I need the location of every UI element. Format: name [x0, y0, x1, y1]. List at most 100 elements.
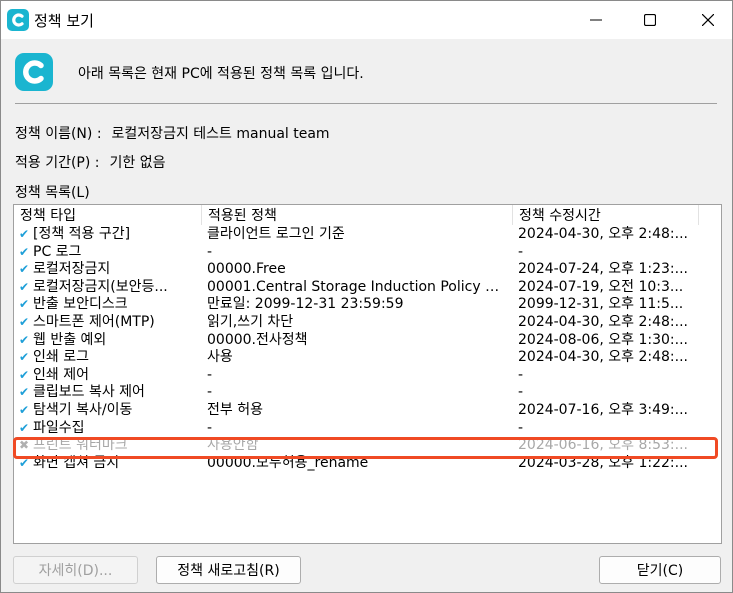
list-row[interactable]: ✔ 탐색기 복사/이동 전부 허용 2024-07-16, 오후 3:49:...: [14, 402, 721, 420]
column-header-modified[interactable]: 정책 수정시간: [513, 205, 699, 225]
refresh-policy-button[interactable]: 정책 새로고침(R): [156, 556, 301, 584]
check-icon: ✔: [19, 297, 30, 312]
cell-applied-policy: 00000.전사정책: [207, 331, 308, 348]
list-row[interactable]: ✔ 스마트폰 제어(MTP) 읽기,쓰기 차단 2024-04-30, 오후 2:48…: [14, 314, 721, 332]
cell-policy-type: ✔ PC 로그: [19, 244, 202, 262]
cell-modified-time: -: [518, 243, 524, 260]
list-row[interactable]: ✔ 로컬저장금지 00000.Free 2024-07-24, 오후 1:23:...: [14, 261, 721, 279]
list-row[interactable]: ✔ 파일수집 - -: [14, 420, 721, 438]
check-icon: ✔: [19, 350, 30, 365]
separator-line: [15, 103, 717, 104]
check-icon: ✔: [19, 367, 30, 382]
minimize-icon: [590, 19, 602, 21]
policy-type-text: 스마트폰 제어(MTP): [33, 313, 155, 330]
list-row[interactable]: ✔ 인쇄 제어 - -: [14, 367, 721, 385]
cell-applied-policy: -: [207, 384, 213, 401]
cell-applied-policy: -: [207, 419, 213, 436]
cell-applied-policy: 전부 허용: [207, 401, 263, 418]
cell-policy-type: ✔ 로컬저장금지(보안등...: [19, 279, 202, 297]
list-header: 정책 타입 적용된 정책 정책 수정시간: [14, 205, 721, 225]
cell-modified-time: -: [518, 419, 524, 436]
cell-modified-time: 2024-07-24, 오후 1:23:...: [518, 261, 688, 278]
policy-type-text: [정책 적용 구간]: [33, 226, 131, 242]
check-icon: ✔: [19, 402, 30, 417]
list-row[interactable]: ✔ PC 로그 - -: [14, 244, 721, 262]
policy-type-text: 파일수집: [33, 419, 85, 436]
policy-type-text: PC 로그: [33, 243, 82, 260]
cell-policy-type: ✔ 스마트폰 제어(MTP): [19, 314, 202, 332]
cell-policy-type: ✔ 인쇄 제어: [19, 367, 202, 385]
policy-period-label: 적용 기간(P) :: [15, 155, 100, 171]
policy-period-row: 적용 기간(P) : 기한 없음: [15, 152, 166, 172]
intro-message: 아래 목록은 현재 PC에 적용된 정책 목록 입니다.: [78, 66, 364, 82]
app-logo-icon: [7, 9, 29, 31]
cell-policy-type: ✔ [정책 적용 구간]: [19, 226, 202, 244]
list-row[interactable]: ✔ 인쇄 로그 사용 2024-04-30, 오후 2:48:...: [14, 349, 721, 367]
cell-applied-policy: 사용: [207, 349, 233, 366]
cell-applied-policy: -: [207, 366, 213, 383]
cell-modified-time: 2024-04-30, 오후 2:48:...: [518, 226, 688, 242]
cell-applied-policy: 만료일: 2099-12-31 23:59:59: [207, 296, 404, 313]
minimize-button[interactable]: [573, 1, 619, 39]
check-icon: ✔: [19, 332, 30, 347]
cell-applied-policy: 00000.Free: [207, 261, 286, 278]
cell-modified-time: -: [518, 384, 524, 401]
cell-policy-type: ✔ 웹 반출 예외: [19, 332, 202, 350]
policy-type-text: 탐색기 복사/이동: [33, 401, 133, 418]
cell-policy-type: ✔ 인쇄 로그: [19, 349, 202, 367]
policy-type-text: 로컬저장금지(보안등...: [33, 278, 168, 295]
list-row[interactable]: ✔ 웹 반출 예외 00000.전사정책 2024-08-06, 오후 1:30:..…: [14, 332, 721, 350]
list-row[interactable]: ✔ 로컬저장금지(보안등... 00001.Central Storage Indu…: [14, 279, 721, 297]
cell-modified-time: -: [518, 366, 524, 383]
cell-applied-policy: -: [207, 243, 213, 260]
close-window-button[interactable]: [685, 1, 731, 39]
check-icon: ✔: [19, 244, 30, 259]
check-icon: ✔: [19, 314, 30, 329]
cell-applied-policy: 클라이언트 로그인 기준: [207, 226, 345, 242]
cell-modified-time: 2024-07-19, 오전 10:3...: [518, 278, 684, 295]
window-title: 정책 보기: [34, 12, 94, 30]
cell-modified-time: 2024-04-30, 오후 2:48:...: [518, 313, 688, 330]
policy-view-window: 정책 보기 아래 목록은 현재 PC에 적용된 정책 목록 입니다. 정책 이름…: [0, 0, 733, 593]
cell-modified-time: 2024-08-06, 오후 1:30:...: [518, 331, 688, 348]
list-row[interactable]: ✔ 클립보드 복사 제어 - -: [14, 384, 721, 402]
policy-type-text: 웹 반출 예외: [33, 331, 107, 348]
cell-modified-time: 2024-07-16, 오후 3:49:...: [518, 401, 688, 418]
cell-applied-policy: 읽기,쓰기 차단: [207, 313, 294, 330]
cell-applied-policy: 00001.Central Storage Induction Policy d…: [207, 278, 507, 295]
policy-type-text: 반출 보안디스크: [33, 296, 128, 313]
check-icon: ✔: [19, 420, 30, 435]
policy-name-value: 로컬저장금지 테스트 manual team: [111, 126, 330, 142]
policy-type-text: 로컬저장금지: [33, 261, 111, 278]
check-icon: ✔: [19, 279, 30, 294]
app-logo-large-icon: [15, 53, 53, 91]
policy-name-label: 정책 이름(N) :: [15, 126, 102, 142]
list-row[interactable]: ✔ 반출 보안디스크 만료일: 2099-12-31 23:59:59 2099-12…: [14, 296, 721, 314]
check-icon: ✔: [19, 227, 30, 241]
cell-policy-type: ✔ 클립보드 복사 제어: [19, 384, 202, 402]
highlight-annotation: [13, 437, 718, 459]
list-row[interactable]: ✔ [정책 적용 구간] 클라이언트 로그인 기준 2024-04-30, 오후 2:…: [14, 226, 721, 244]
policy-type-text: 인쇄 로그: [33, 349, 89, 366]
close-button[interactable]: 닫기(C): [599, 556, 721, 584]
policy-type-text: 인쇄 제어: [33, 366, 89, 383]
cell-policy-type: ✔ 파일수집: [19, 420, 202, 438]
close-icon: [702, 14, 714, 26]
policy-list[interactable]: 정책 타입 적용된 정책 정책 수정시간 ✔ [정책 적용 구간] 클라이언트 로그…: [13, 204, 722, 544]
cell-policy-type: ✔ 반출 보안디스크: [19, 296, 202, 314]
column-header-applied[interactable]: 적용된 정책: [202, 205, 513, 225]
maximize-button[interactable]: [627, 1, 673, 39]
cell-modified-time: 2024-04-30, 오후 2:48:...: [518, 349, 688, 366]
cell-policy-type: ✔ 탐색기 복사/이동: [19, 402, 202, 420]
check-icon: ✔: [19, 385, 30, 400]
details-button[interactable]: 자세히(D)...: [13, 556, 138, 584]
list-body: ✔ [정책 적용 구간] 클라이언트 로그인 기준 2024-04-30, 오후 2:…: [14, 226, 721, 472]
column-header-type[interactable]: 정책 타입: [14, 205, 202, 225]
cell-policy-type: ✔ 로컬저장금지: [19, 261, 202, 279]
title-bar[interactable]: 정책 보기: [1, 1, 732, 39]
policy-type-text: 클립보드 복사 제어: [33, 384, 145, 401]
policy-name-row: 정책 이름(N) : 로컬저장금지 테스트 manual team: [15, 123, 330, 143]
policy-period-value: 기한 없음: [109, 155, 166, 171]
policy-list-label: 정책 목록(L): [15, 185, 90, 201]
check-icon: ✔: [19, 262, 30, 277]
